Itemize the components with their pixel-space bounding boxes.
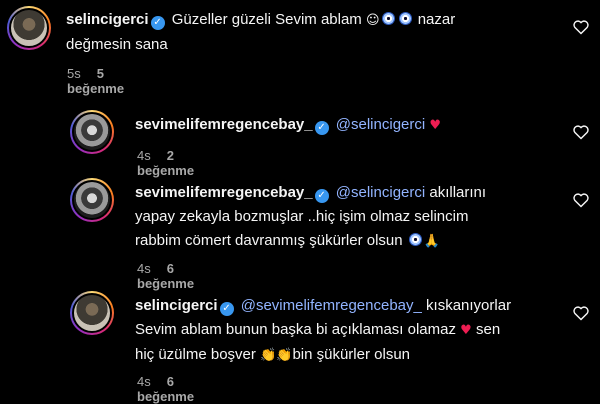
mention-link[interactable]: @selincigerci [336, 184, 425, 201]
comment-text: sevimelifemregencebay_ ✓ @selincigerci ♥ [135, 113, 565, 138]
verified-badge-icon: ✓ [150, 16, 165, 30]
comment-text: selincigerci ✓ @sevimelifemregencebay_ kı… [135, 297, 512, 363]
verified-badge-icon: ✓ [314, 189, 329, 203]
username[interactable]: sevimelifemregencebay_ [135, 116, 313, 133]
comment-meta: 4s 6 beğenme [137, 374, 210, 404]
username[interactable]: selincigerci [135, 297, 218, 314]
verified-badge-icon: ✓ [314, 121, 329, 135]
comment-text: selincigerci ✓ Güzeller güzeli Sevim abla… [66, 11, 456, 53]
verified-badge-icon: ✓ [219, 302, 234, 316]
heart-outline-icon[interactable] [572, 192, 590, 208]
heart-outline-icon[interactable] [572, 124, 590, 140]
comment-text: sevimelifemregencebay_ ✓ @selincigerci ak… [135, 184, 487, 249]
timestamp: 4s [137, 148, 151, 163]
avatar[interactable] [70, 110, 114, 154]
comment-meta: 5s 5 beğenme [67, 66, 140, 96]
heart-emoji-icon: ♥ [460, 323, 472, 338]
comment-meta: 4s 6 beğenme [137, 261, 210, 291]
avatar[interactable] [70, 178, 114, 222]
mention-link[interactable]: @selincigerci [336, 116, 425, 133]
nazar-boncugu-icon [408, 233, 422, 246]
heart-outline-icon[interactable] [572, 19, 590, 35]
praying-hands-icon: 🙏 [423, 234, 440, 249]
timestamp: 4s [137, 374, 151, 389]
username[interactable]: selincigerci [66, 11, 149, 28]
clapping-hands-icon: 👏👏 [260, 348, 293, 363]
heart-emoji-icon: ♥ [429, 118, 442, 133]
nazar-boncugu-icon [381, 12, 395, 25]
avatar[interactable] [70, 291, 114, 335]
nazar-boncugu-icon [398, 12, 412, 25]
comment-meta: 4s 2 beğenme [137, 148, 210, 178]
timestamp: 4s [137, 261, 151, 276]
avatar[interactable] [7, 6, 51, 50]
heart-outline-icon[interactable] [572, 305, 590, 321]
timestamp: 5s [67, 66, 81, 81]
username[interactable]: sevimelifemregencebay_ [135, 184, 313, 201]
mention-link[interactable]: @sevimelifemregencebay_ [241, 297, 422, 314]
smiling-face-icon: ☺ [365, 13, 380, 28]
